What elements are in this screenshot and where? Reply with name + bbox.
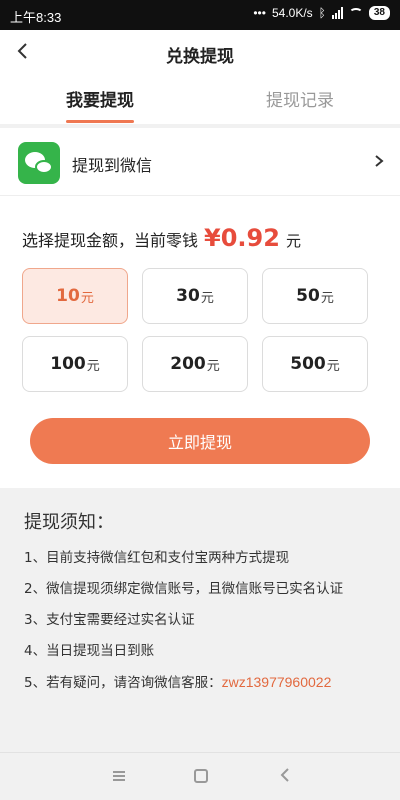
withdraw-panel: 提现到微信 选择提现金额，当前零钱 ¥0.92 元 10 元 30 元 50 元 10… [0,128,400,488]
option-unit: 元 [206,358,220,374]
option-value: 50 [296,286,320,306]
option-value: 30 [176,286,200,306]
wechat-icon [18,142,60,184]
notice-item: 2、微信提现须绑定微信账号，且微信账号已实名认证 [24,581,344,597]
wechat-service-id[interactable]: zwz13977960022 [222,674,332,690]
nav-bar: 兑换提现 [0,30,400,74]
signal-icon [331,7,343,19]
wifi-icon [348,8,363,18]
option-value: 100 [50,354,86,374]
menu-icon[interactable] [113,771,125,781]
tab-withdraw[interactable]: 我要提现 [30,86,170,111]
option-value: 500 [290,354,326,374]
balance-amount: ¥0.92 [204,224,280,252]
balance-unit: 元 [285,232,301,250]
tab-bar: 我要提现 提现记录 [0,74,400,124]
balance-prompt: 选择提现金额，当前零钱 [22,231,199,250]
chevron-right-icon [375,155,384,167]
notice-item: 4、当日提现当日到账 [24,643,155,659]
amount-option-50[interactable]: 50 元 [262,268,368,324]
withdraw-now-button[interactable]: 立即提现 [30,418,370,464]
notice-item: 3、支付宝需要经过实名认证 [24,612,195,628]
notice-item-contact: 5、若有疑问，请咨询微信客服：zwz13977960022 [24,672,400,703]
active-tab-indicator [66,120,134,123]
battery-icon: 38 [368,6,390,20]
withdraw-method-label: 提现到微信 [72,156,153,175]
balance-line: 选择提现金额，当前零钱 ¥0.92 元 [22,224,301,252]
option-unit: 元 [320,290,334,306]
option-value: 200 [170,354,206,374]
withdraw-notice: 提现须知： 1、目前支持微信红包和支付宝两种方式提现 2、微信提现须绑定微信账号… [0,500,400,703]
amount-option-10[interactable]: 10 元 [22,268,128,324]
option-unit: 元 [80,290,94,306]
notice-item: 1、目前支持微信红包和支付宝两种方式提现 [24,550,290,566]
system-nav-bar [0,752,400,800]
notice-list: 1、目前支持微信红包和支付宝两种方式提现 2、微信提现须绑定微信账号，且微信账号… [24,548,400,703]
contact-prompt: 5、若有疑问，请咨询微信客服： [24,675,222,691]
amount-option-100[interactable]: 100 元 [22,336,128,392]
amount-option-200[interactable]: 200 元 [142,336,248,392]
page-title: 兑换提现 [166,47,234,67]
home-icon[interactable] [194,769,208,783]
status-icons: ••• 54.0K/s ᛒ 38 [253,6,390,20]
status-time: 上午8:33 [10,10,62,25]
status-bar: 上午8:33 ••• 54.0K/s ᛒ 38 [0,0,400,30]
option-unit: 元 [86,358,100,374]
notice-title: 提现须知： [24,512,114,533]
tab-withdraw-history[interactable]: 提现记录 [230,86,370,111]
bluetooth-icon: ᛒ [318,6,326,20]
more-dots-icon: ••• [253,6,266,20]
option-unit: 元 [200,290,214,306]
network-speed: 54.0K/s [271,6,313,20]
amount-option-30[interactable]: 30 元 [142,268,248,324]
amount-option-500[interactable]: 500 元 [262,336,368,392]
withdraw-method-row[interactable]: 提现到微信 [0,128,400,196]
option-value: 10 [56,286,80,306]
system-back-icon[interactable] [278,767,292,783]
option-unit: 元 [326,358,340,374]
